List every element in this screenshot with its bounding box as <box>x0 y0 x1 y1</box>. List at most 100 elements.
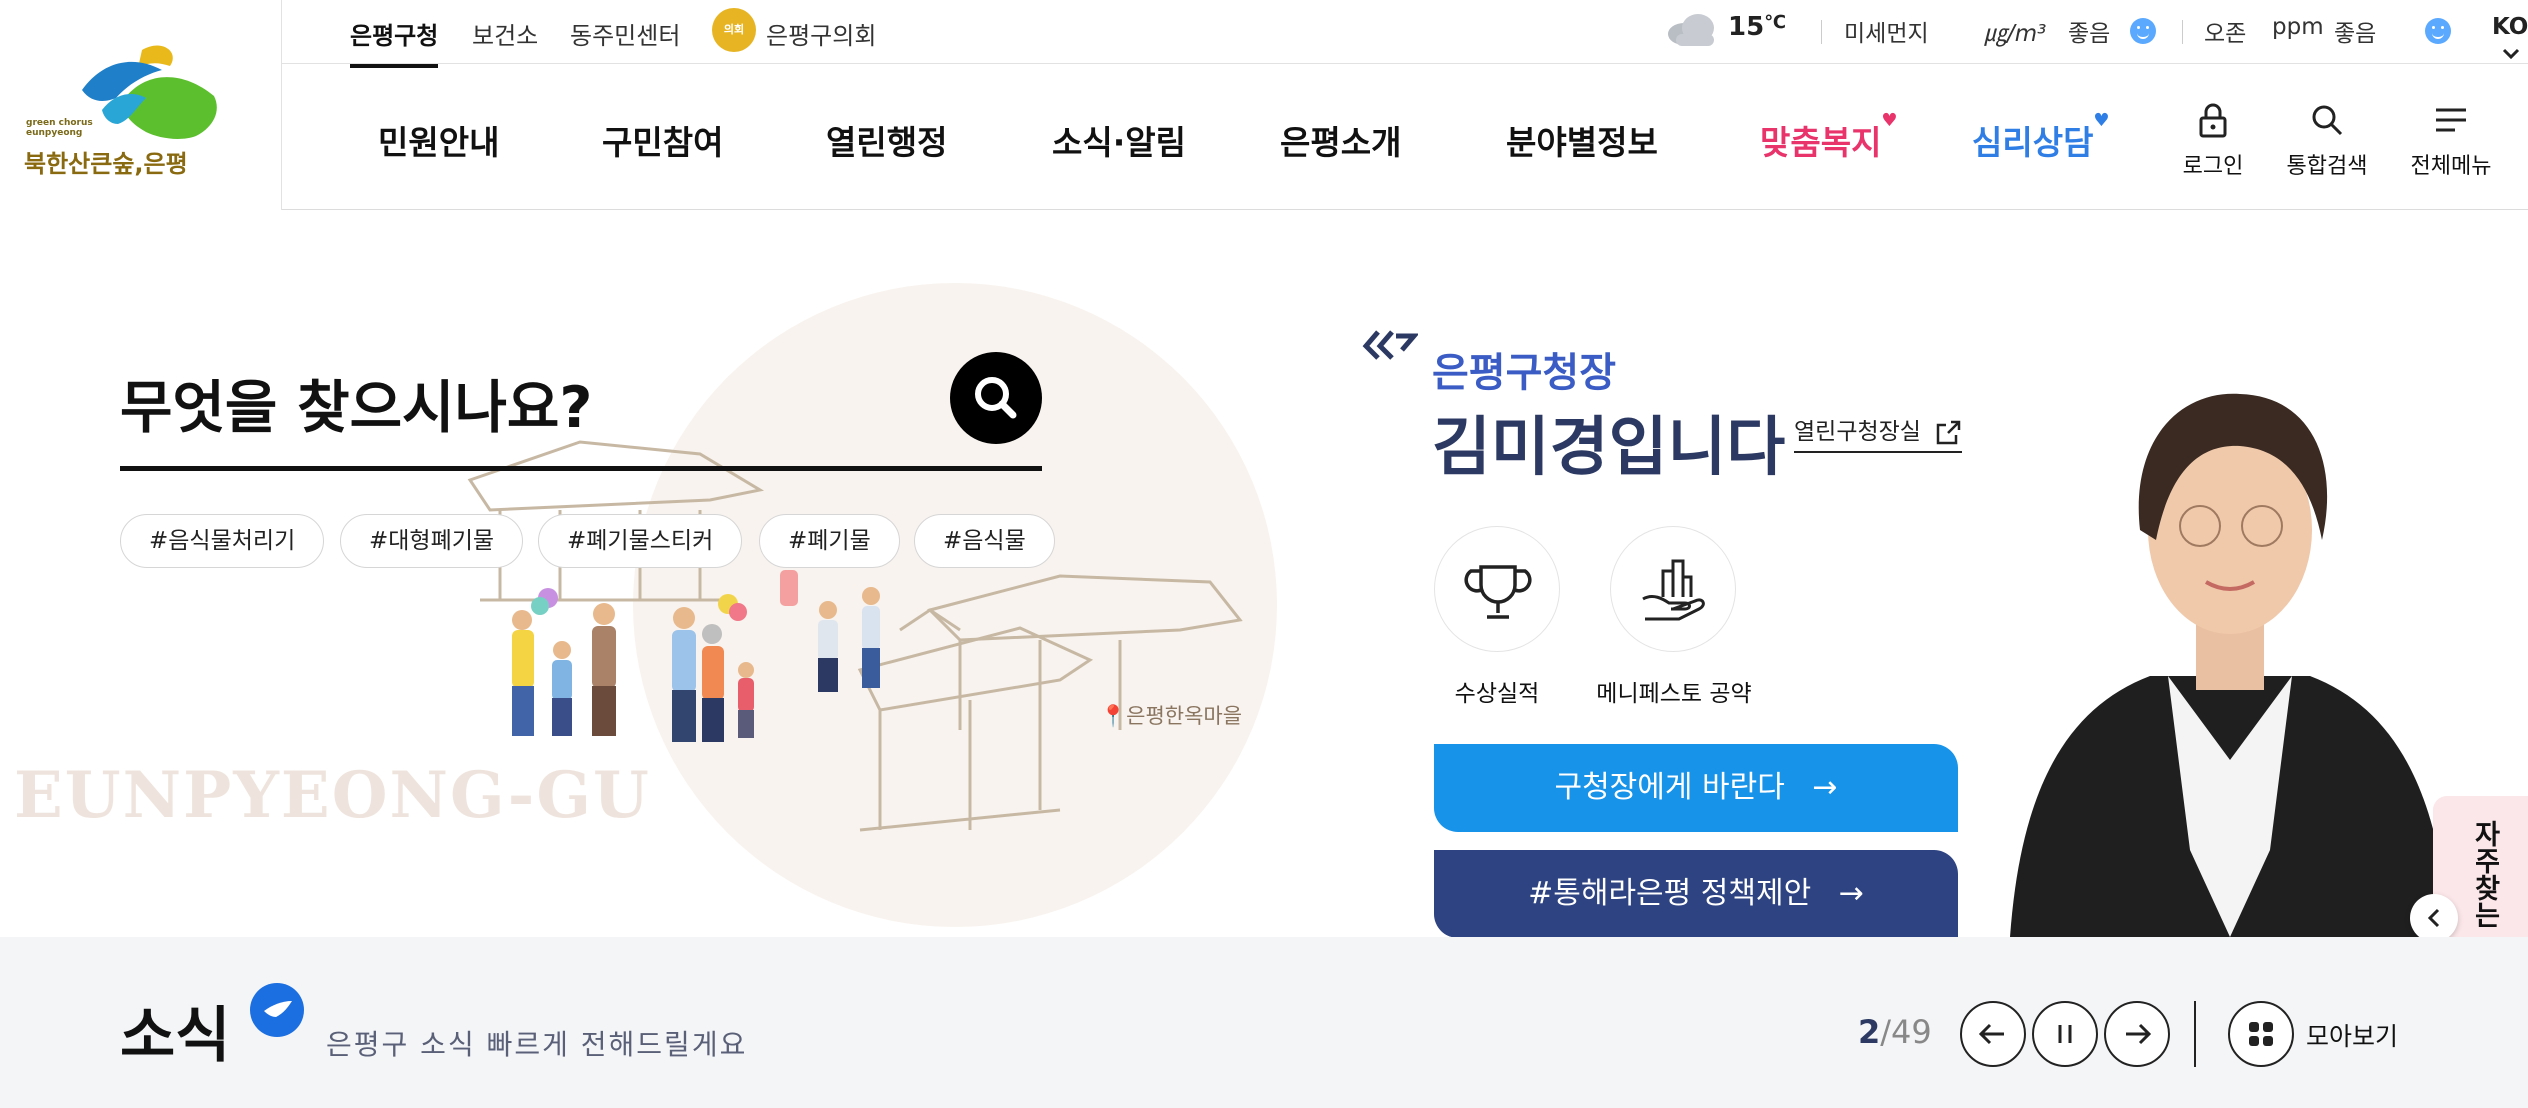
council-label: 은평구의회 <box>766 22 877 50</box>
login-label: 로그인 <box>2182 154 2244 179</box>
ozone-label: 오존 <box>2204 21 2247 47</box>
utility-bar: 은평구청 보건소 동주민센터 의회 은평구의회 15℃ 미세먼지 ㎍/m³ 좋음… <box>282 0 2528 68</box>
search-underline <box>120 466 1042 471</box>
logo-small-text: green chorus eunpyeong <box>26 118 93 138</box>
keyword-tag[interactable]: #폐기물스티커 <box>538 514 743 568</box>
search-input[interactable]: 무엇을 찾으시나요? <box>120 362 592 444</box>
logo[interactable]: green chorus eunpyeong 북한산큰숲,은평 <box>0 0 282 210</box>
keyword-tag[interactable]: #음식물 <box>914 514 1055 568</box>
util-divider-2 <box>2182 20 2183 44</box>
nav-counseling-label: 심리상담 <box>1972 123 2094 162</box>
ozone-good-icon <box>2425 18 2452 44</box>
news-title: 소식 <box>120 1001 231 1071</box>
village-label-text: 은평한옥마을 <box>1126 704 1243 728</box>
awards-button[interactable] <box>1434 526 1560 652</box>
policy-proposal-label: #통해라은평 정책제안 <box>1528 876 1812 911</box>
building-hand-icon <box>1642 559 1705 621</box>
language-label: KOR <box>2492 14 2528 40</box>
council-badge-icon: 의회 <box>712 8 756 52</box>
logo-slogan: 북한산큰숲,은평 <box>24 150 188 178</box>
arrow-left-icon <box>1978 1023 2004 1045</box>
weather-temp-value: 15 <box>1728 12 1765 42</box>
mayor-photo <box>2010 393 2450 937</box>
chevron-down-icon <box>2502 48 2520 60</box>
news-page-separator: / <box>1880 1013 1892 1051</box>
weather-temp: 15℃ <box>1728 12 1786 42</box>
chevron-left-icon <box>2427 908 2440 928</box>
mayor-title: 은평구청장 <box>1432 350 1616 396</box>
dust-unit: ㎍/m³ <box>1984 21 2047 47</box>
nav-welfare-label: 맞춤복지 <box>1760 123 1882 162</box>
nav-item-field-info[interactable]: 분야별정보 <box>1506 116 1658 164</box>
news-subtitle: 은평구 소식 빠르게 전해드릴게요 <box>326 1028 748 1061</box>
side-menu-toggle[interactable] <box>2410 894 2458 942</box>
view-all-label: 모아보기 <box>2306 1022 2399 1051</box>
heart-icon: ♥ <box>2093 110 2110 131</box>
arrow-right-icon: → <box>1838 876 1864 911</box>
hamburger-icon <box>2436 108 2466 132</box>
nav-item-welfare[interactable]: 맞춤복지 ♥ <box>1760 110 1897 164</box>
news-section: 소식 은평구 소식 빠르게 전해드릴게요 2/49 모아보기 <box>0 937 2528 1108</box>
nav-item-about[interactable]: 은평소개 <box>1280 116 1401 164</box>
arrow-right-icon: → <box>1812 770 1838 805</box>
keyword-tag[interactable]: #음식물처리기 <box>120 514 325 568</box>
manifesto-label: 메니페스토 공약 <box>1596 681 1752 707</box>
request-to-mayor-button[interactable]: 구청장에게 바란다 → <box>1434 744 1958 832</box>
lock-icon <box>2199 103 2227 138</box>
logo-small-text-2: eunpyeong <box>26 128 83 138</box>
mayor-name: 김미경입니다 <box>1432 411 1786 485</box>
login-button[interactable]: 로그인 <box>2158 102 2268 180</box>
news-page-current: 2 <box>1858 1013 1881 1051</box>
news-divider <box>2194 1001 2196 1067</box>
search-toggle-button[interactable]: 통합검색 <box>2272 102 2382 180</box>
village-label: 📍은평한옥마을 <box>1100 700 1242 730</box>
awards-label: 수상실적 <box>1454 681 1540 707</box>
location-pin-icon: 📍 <box>1100 704 1127 728</box>
news-pause-button[interactable] <box>2032 1001 2098 1067</box>
trophy-icon <box>1464 565 1532 619</box>
bird-icon <box>250 983 304 1037</box>
keyword-tag[interactable]: #대형폐기물 <box>340 514 524 568</box>
news-pagination: 2/49 <box>1858 1013 1932 1051</box>
logo-small-text-1: green chorus <box>26 118 93 128</box>
nav-item-counseling[interactable]: 심리상담 ♥ <box>1972 110 2109 164</box>
search-icon <box>975 377 1017 419</box>
watermark-text: EUNPYEONG-GU <box>14 758 651 833</box>
full-menu-button[interactable]: 전체메뉴 <box>2396 102 2506 180</box>
nav-item-participation[interactable]: 구민참여 <box>602 116 723 164</box>
ozone-status: 좋음 <box>2334 21 2377 47</box>
mayor-logo-icon <box>1362 330 1418 360</box>
arrow-right-icon <box>2126 1023 2152 1045</box>
search-button[interactable] <box>950 352 1042 444</box>
dust-label: 미세먼지 <box>1844 21 1929 47</box>
news-prev-button[interactable] <box>1960 1001 2026 1067</box>
pause-icon <box>2058 1025 2072 1043</box>
dust-good-icon <box>2130 18 2156 44</box>
dust-status: 좋음 <box>2068 21 2111 47</box>
site-link-eunpyeong-gu[interactable]: 은평구청 <box>350 16 439 68</box>
cloud-icon <box>1666 12 1718 50</box>
search-icon <box>2312 105 2343 136</box>
manifesto-button[interactable] <box>1610 526 1736 652</box>
search-toggle-label: 통합검색 <box>2286 154 2368 179</box>
nav-item-news[interactable]: 소식·알림 <box>1052 116 1186 164</box>
open-mayor-office-link[interactable]: 열린구청장실 <box>1794 412 1963 453</box>
keyword-tag[interactable]: #폐기물 <box>759 514 900 568</box>
news-page-total: 49 <box>1891 1013 1932 1051</box>
open-mayor-office-label: 열린구청장실 <box>1794 419 1921 445</box>
weather-temp-unit: ℃ <box>1764 12 1786 33</box>
grid-icon <box>2228 1001 2294 1067</box>
main-navigation: 민원안내 구민참여 열린행정 소식·알림 은평소개 분야별정보 맞춤복지 ♥ 심리… <box>282 64 2528 210</box>
request-to-mayor-label: 구청장에게 바란다 <box>1554 770 1785 805</box>
news-next-button[interactable] <box>2104 1001 2170 1067</box>
external-link-icon <box>1937 420 1961 444</box>
full-menu-label: 전체메뉴 <box>2410 154 2492 179</box>
council-badge-text: 의회 <box>723 23 745 36</box>
language-select[interactable]: KOR <box>2492 14 2528 66</box>
nav-item-open-admin[interactable]: 열린행정 <box>826 116 947 164</box>
policy-proposal-button[interactable]: #통해라은평 정책제안 → <box>1434 850 1958 938</box>
ozone-unit: ppm <box>2272 14 2324 40</box>
site-link-community-center[interactable]: 동주민센터 <box>570 16 680 51</box>
site-link-health-center[interactable]: 보건소 <box>472 16 538 51</box>
nav-item-civil-service[interactable]: 민원안내 <box>378 116 499 164</box>
